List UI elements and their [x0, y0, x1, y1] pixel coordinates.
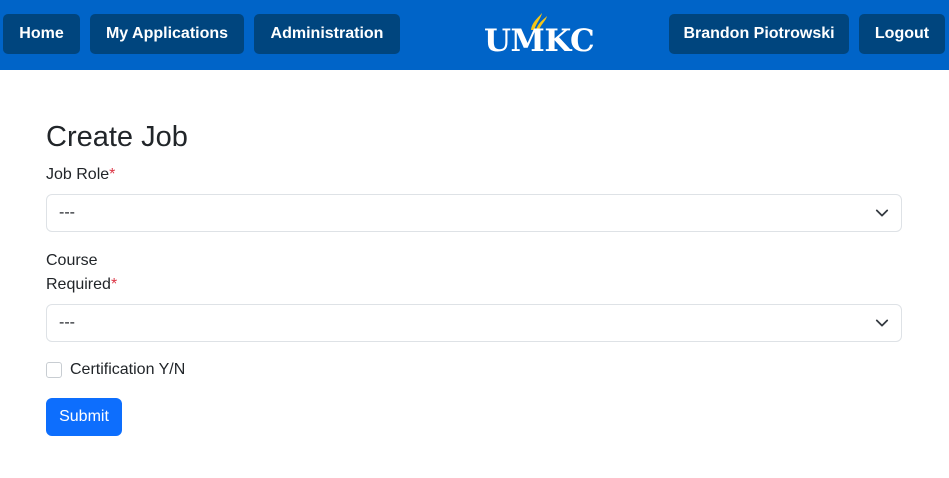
nav-my-applications-button[interactable]: My Applications: [90, 14, 244, 54]
job-role-label: Job Role*: [46, 163, 115, 187]
chevron-down-icon: [875, 209, 889, 217]
required-mark: *: [110, 276, 118, 293]
certification-checkbox[interactable]: [46, 362, 62, 378]
nav-logout-button[interactable]: Logout: [859, 14, 945, 54]
course-required-select[interactable]: ---: [46, 304, 902, 342]
certification-label[interactable]: Certification Y/N: [70, 358, 185, 382]
top-navbar: Home My Applications Administration UMKC…: [0, 0, 949, 70]
course-label-line2: Required*: [46, 273, 117, 297]
required-mark: *: [109, 166, 116, 183]
course-label-line1: Course: [46, 252, 98, 269]
job-role-select-value: ---: [59, 204, 75, 221]
nav-user-button[interactable]: Brandon Piotrowski: [669, 14, 849, 54]
nav-administration-button[interactable]: Administration: [254, 14, 400, 54]
umkc-logo[interactable]: UMKC: [484, 10, 595, 60]
chevron-down-icon: [875, 319, 889, 327]
logo-text: UMKC: [484, 23, 595, 59]
submit-button[interactable]: Submit: [46, 398, 122, 436]
page-title: Create Job: [46, 121, 188, 153]
course-label-text: Required: [46, 276, 111, 293]
course-select-value: ---: [59, 314, 75, 331]
job-role-label-text: Job Role: [46, 166, 110, 183]
nav-home-button[interactable]: Home: [3, 14, 80, 54]
job-role-select[interactable]: ---: [46, 194, 902, 232]
